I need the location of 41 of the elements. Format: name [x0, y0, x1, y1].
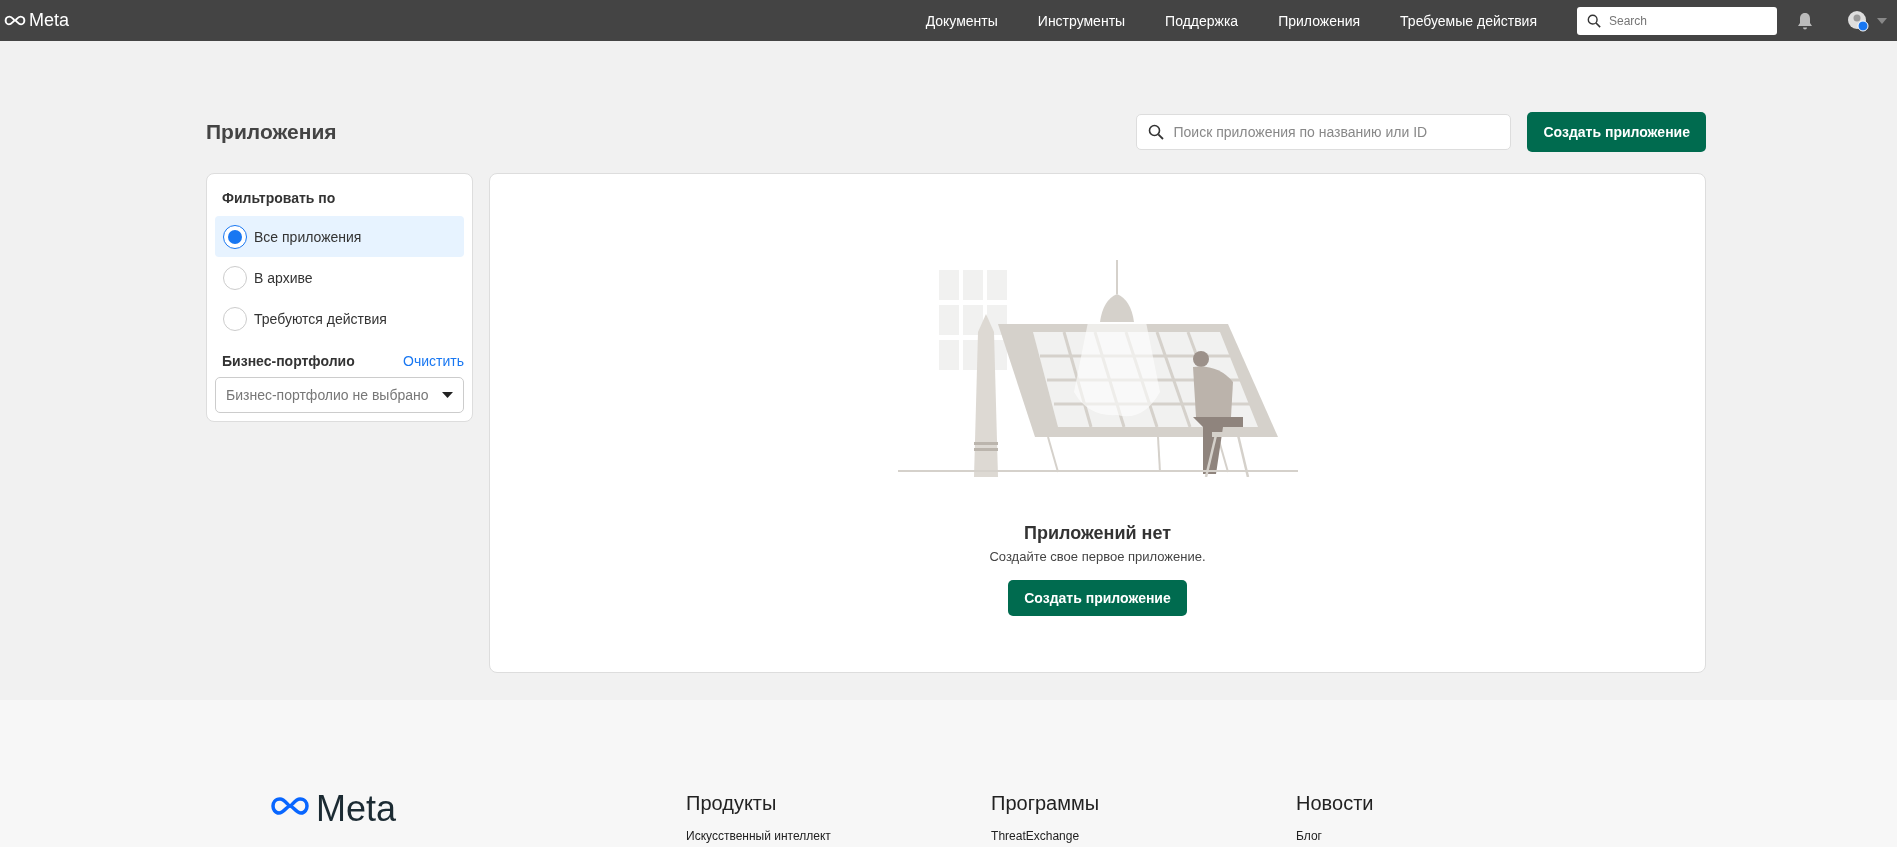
radio-button[interactable]: [223, 306, 247, 331]
portfolio-title: Бизнес-портфолио: [222, 353, 355, 369]
logo-text[interactable]: Meta: [29, 10, 70, 31]
create-app-button[interactable]: Создать приложение: [1008, 580, 1187, 616]
footer-heading: Программы: [991, 792, 1101, 815]
create-app-button[interactable]: Создать приложение: [1527, 111, 1706, 152]
footer-heading: Новости: [1296, 792, 1375, 815]
nav-link[interactable]: Документы: [925, 12, 998, 29]
caret-icon: [442, 392, 453, 398]
filter-label: В архиве: [254, 269, 313, 286]
filter-label: Все приложения: [254, 228, 362, 245]
nav-link[interactable]: Поддержка: [1165, 12, 1239, 29]
nav-link[interactable]: Приложения: [1278, 12, 1361, 29]
footer-heading: Продукты: [686, 792, 778, 815]
infinity-logo-icon: [270, 796, 310, 816]
bell-icon[interactable]: [1797, 11, 1813, 30]
filter-title: Фильтровать по: [221, 190, 337, 208]
empty-text: Создайте свое первое приложение.: [989, 549, 1206, 564]
radio-button[interactable]: [223, 224, 247, 249]
empty-title: Приложений нет: [1024, 523, 1171, 544]
footer-link[interactable]: Искусственный интеллект: [686, 829, 992, 843]
footer-logo-text[interactable]: Meta: [316, 788, 397, 830]
portfolio-dropdown[interactable]: Бизнес-портфолио не выбрано: [215, 377, 464, 413]
nav-link[interactable]: Инструменты: [1037, 12, 1126, 29]
caret-icon[interactable]: [1877, 17, 1887, 24]
nav-link[interactable]: Требуемые действия: [1400, 12, 1537, 29]
filter-label: Требуются действия: [254, 310, 387, 327]
avatar-icon[interactable]: [1847, 9, 1869, 32]
search-icon: [1148, 123, 1165, 140]
infinity-logo-icon: [4, 15, 26, 26]
page-title: Приложения: [206, 119, 337, 144]
search-icon: [1587, 13, 1601, 28]
filter-option[interactable]: Требуются действия: [215, 298, 464, 339]
search-field[interactable]: Поиск приложения по названию или ID: [1136, 113, 1512, 150]
clear-link[interactable]: Очистить: [403, 353, 464, 369]
radio-button[interactable]: [223, 265, 247, 290]
filter-option[interactable]: Все приложения: [215, 216, 464, 257]
search-field[interactable]: Search: [1577, 6, 1777, 35]
filter-option[interactable]: В архиве: [215, 257, 464, 298]
footer-link[interactable]: Блог: [1296, 829, 1602, 843]
footer-link[interactable]: ThreatExchange: [991, 829, 1297, 843]
